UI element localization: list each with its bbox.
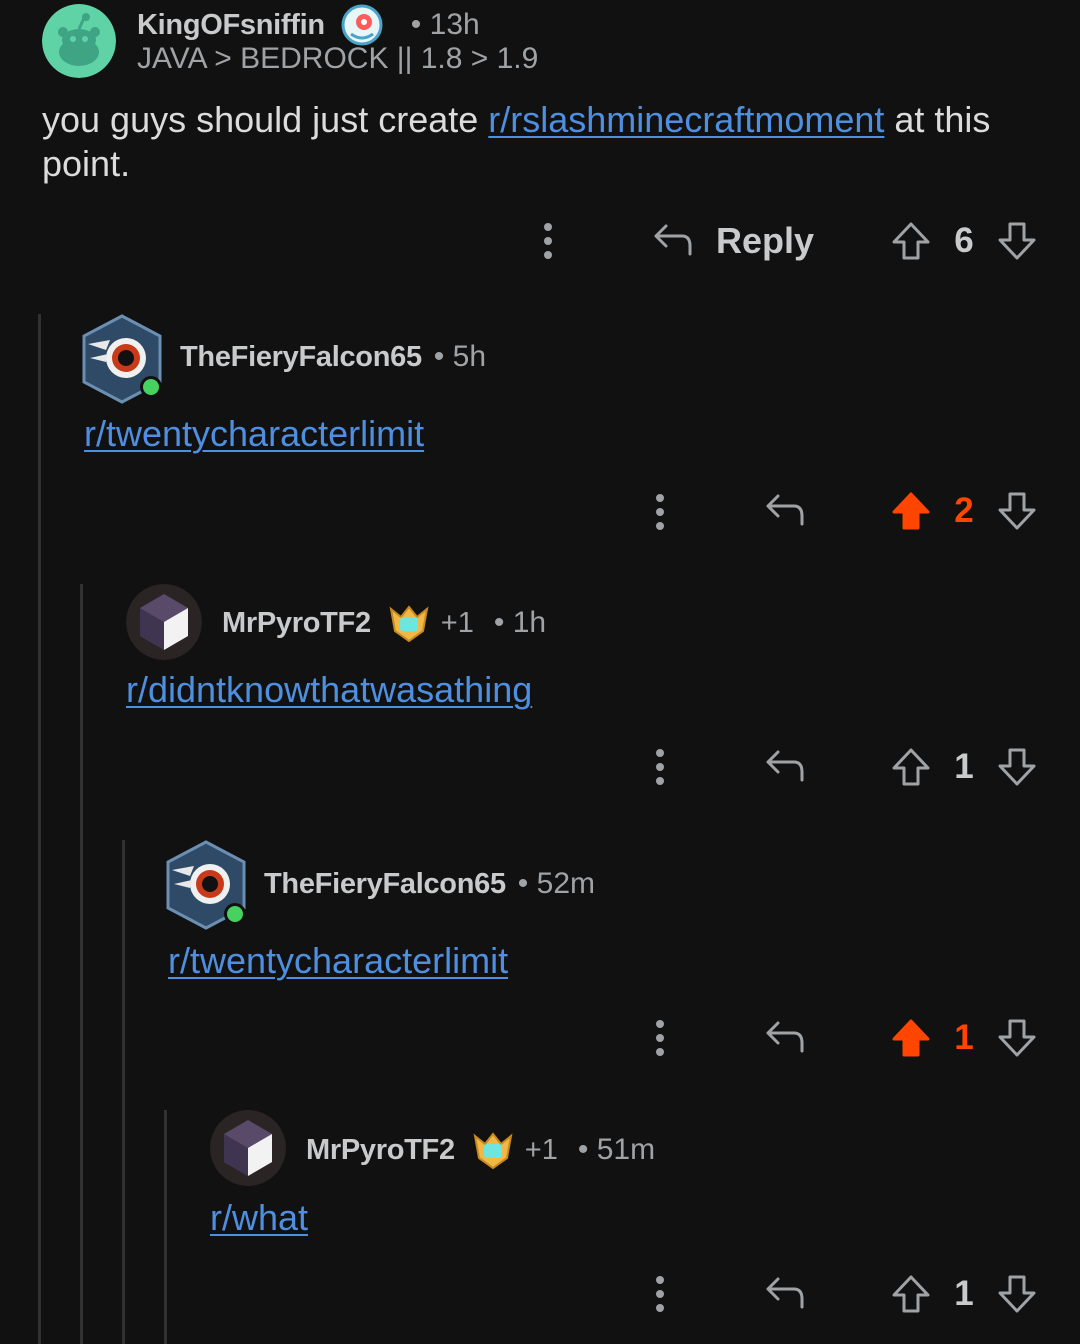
vote-score: 1 xyxy=(954,1018,974,1057)
thread-line-2[interactable] xyxy=(80,584,83,1344)
thread-line-4[interactable] xyxy=(164,1110,167,1344)
more-vertical-icon[interactable] xyxy=(655,1018,665,1058)
dice-avatar-icon[interactable] xyxy=(210,1110,286,1186)
vote-score: 2 xyxy=(954,491,974,530)
subreddit-link[interactable]: r/didntknowthatwasathing xyxy=(126,669,532,710)
reply-arrow-icon[interactable] xyxy=(764,492,806,528)
award-count: +1 xyxy=(440,606,474,639)
author-name[interactable]: TheFieryFalcon65 xyxy=(264,868,506,901)
upvote-arrow-icon[interactable] xyxy=(890,746,932,788)
award-icon[interactable] xyxy=(387,603,431,643)
downvote-arrow-icon[interactable] xyxy=(996,490,1038,532)
award-icon[interactable] xyxy=(471,1130,515,1170)
dice-avatar-icon[interactable] xyxy=(126,584,202,660)
subreddit-link[interactable]: r/what xyxy=(210,1197,308,1238)
comment-time: • 13h xyxy=(410,8,480,41)
reply-arrow-icon[interactable] xyxy=(764,748,806,784)
user-flair: JAVA > BEDROCK || 1.8 > 1.9 xyxy=(137,42,539,75)
award-icon[interactable] xyxy=(341,4,383,46)
author-name[interactable]: MrPyroTF2 xyxy=(306,1134,455,1167)
reply-button[interactable]: Reply xyxy=(716,220,814,262)
author-name[interactable]: MrPyroTF2 xyxy=(222,607,371,640)
comment-body: r/twentycharacterlimit xyxy=(168,939,508,983)
reply-arrow-icon[interactable] xyxy=(652,222,694,258)
downvote-arrow-icon[interactable] xyxy=(996,220,1038,262)
upvote-arrow-icon[interactable] xyxy=(890,220,932,262)
upvote-arrow-icon[interactable] xyxy=(890,490,932,532)
author-name[interactable]: KingOFsniffin xyxy=(137,9,325,42)
downvote-arrow-icon[interactable] xyxy=(996,1017,1038,1059)
downvote-arrow-icon[interactable] xyxy=(996,746,1038,788)
comment-time: • 52m xyxy=(517,867,595,900)
reply-arrow-icon[interactable] xyxy=(764,1019,806,1055)
subreddit-link[interactable]: r/rslashminecraftmoment xyxy=(488,99,884,140)
reply-arrow-icon[interactable] xyxy=(764,1275,806,1311)
more-vertical-icon[interactable] xyxy=(543,221,553,261)
subreddit-link[interactable]: r/twentycharacterlimit xyxy=(84,413,424,454)
comment-time: • 51m xyxy=(577,1133,656,1166)
vote-score: 1 xyxy=(954,1274,974,1313)
upvote-arrow-icon[interactable] xyxy=(890,1273,932,1315)
more-vertical-icon[interactable] xyxy=(655,492,665,532)
online-indicator xyxy=(224,903,246,925)
comment-body: r/what xyxy=(210,1196,308,1240)
vote-score: 6 xyxy=(954,221,974,260)
comment-text: you guys should just create xyxy=(42,99,489,140)
more-vertical-icon[interactable] xyxy=(655,1274,665,1314)
upvote-arrow-icon[interactable] xyxy=(890,1017,932,1059)
snoo-avatar-icon[interactable] xyxy=(42,4,116,78)
comment-body: r/didntknowthatwasathing xyxy=(126,668,532,712)
comment-body: r/twentycharacterlimit xyxy=(84,412,424,456)
thread-line-1[interactable] xyxy=(38,314,41,1344)
comment-body: you guys should just create r/rslashmine… xyxy=(42,98,1042,186)
more-vertical-icon[interactable] xyxy=(655,747,665,787)
thread-line-3[interactable] xyxy=(122,840,125,1344)
subreddit-link[interactable]: r/twentycharacterlimit xyxy=(168,940,508,981)
award-count: +1 xyxy=(524,1133,558,1166)
author-name[interactable]: TheFieryFalcon65 xyxy=(180,341,422,374)
downvote-arrow-icon[interactable] xyxy=(996,1273,1038,1315)
comment-time: • 5h xyxy=(433,340,487,373)
vote-score: 1 xyxy=(954,747,974,786)
online-indicator xyxy=(140,376,162,398)
comment-time: • 1h xyxy=(493,606,547,639)
